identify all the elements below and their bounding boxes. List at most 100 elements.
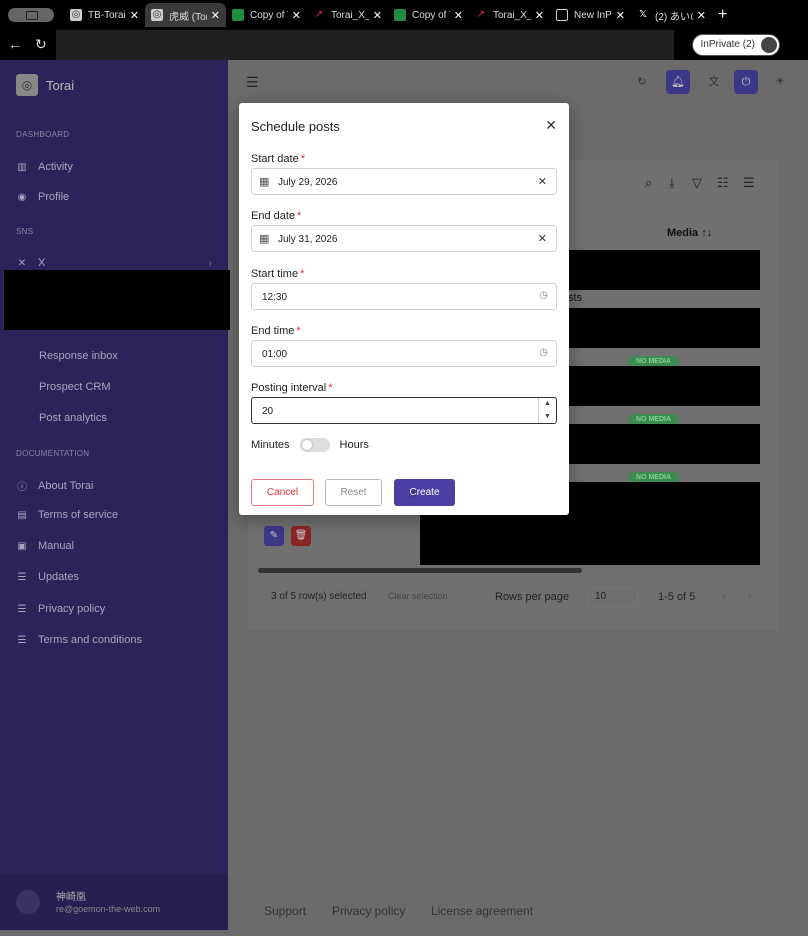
start-time-field[interactable]: 12:30 ◷ <box>251 283 557 310</box>
download-icon[interactable]: ⤓ <box>669 175 675 191</box>
refresh-icon[interactable]: ↻ <box>35 36 47 53</box>
user-name: 神崎凰 <box>56 892 86 903</box>
sidebar-item-terms-and-conditions[interactable]: ☰ Terms and conditions <box>16 634 142 646</box>
unit-toggle[interactable] <box>299 438 330 452</box>
filter-icon[interactable]: ▽ <box>692 175 702 191</box>
increment-icon[interactable]: ▲ <box>539 398 556 411</box>
sidebar-item-manual[interactable]: ▣ Manual <box>16 540 74 552</box>
browser-tab[interactable]: ◎ TB-Torai ✕ <box>64 3 145 27</box>
window-switcher-icon[interactable] <box>8 8 54 22</box>
rows-per-page-select[interactable]: 10 <box>588 587 638 607</box>
browser-tab-bar: ◎TB-Torai✕ ◎虎威 (Tor✕ Copy of T✕ ↗Torai_X… <box>0 0 808 30</box>
next-page-icon[interactable]: › <box>748 591 752 603</box>
calendar-icon[interactable]: ▦ <box>259 232 269 245</box>
close-tab-icon[interactable]: ✕ <box>292 9 301 22</box>
density-icon[interactable]: ☰ <box>743 175 755 191</box>
sidebar-item-profile[interactable]: ◉ Profile <box>16 191 70 203</box>
close-tab-icon[interactable]: ✕ <box>130 9 139 22</box>
clear-icon[interactable]: ✕ <box>538 175 547 188</box>
url-field[interactable] <box>56 30 674 60</box>
close-tab-icon[interactable]: ✕ <box>454 9 463 22</box>
sheets-icon <box>394 9 406 21</box>
search-icon[interactable]: ⌕ <box>645 175 652 191</box>
start-date-field[interactable]: ▦ July 29, 2026 ✕ <box>251 168 557 195</box>
footer-link-support[interactable]: Support <box>264 904 306 918</box>
number-stepper[interactable]: ▲ ▼ <box>538 398 556 423</box>
page-icon <box>556 9 568 21</box>
pointer-cursor-icon: ☝ <box>409 487 417 501</box>
back-icon[interactable]: ← <box>8 36 22 52</box>
sun-icon[interactable]: ☀ <box>768 70 792 94</box>
end-date-label: End date * <box>251 210 302 222</box>
inprivate-badge[interactable]: InPrivate (2) <box>691 34 780 56</box>
user-circle-icon: ◉ <box>17 191 27 203</box>
end-time-field[interactable]: 01:00 ◷ <box>251 340 557 367</box>
prev-page-icon[interactable]: ‹ <box>722 591 726 603</box>
top-bar: ☰ ↻ 🔔︎ 文 ⏻ ☀ <box>228 60 808 104</box>
user-card[interactable]: 神崎凰 re@goemon-the-web.com <box>0 874 228 930</box>
sidebar-item-terms-of-service[interactable]: ▤ Terms of service <box>16 509 118 521</box>
browser-tab[interactable]: Copy of T✕ <box>388 3 469 27</box>
sidebar-item-activity[interactable]: ▥ Activity <box>16 161 73 173</box>
schedule-posts-dialog: Schedule posts ✕ Start date * ▦ July 29, … <box>239 103 569 515</box>
bell-icon[interactable]: 🔔︎ <box>666 70 690 94</box>
close-tab-icon[interactable]: ✕ <box>211 9 220 22</box>
horizontal-scrollbar[interactable] <box>258 568 582 573</box>
edit-icon[interactable]: ✎ <box>264 526 284 546</box>
sync-icon[interactable]: ↻ <box>630 70 654 94</box>
calendar-icon[interactable]: ▦ <box>259 175 269 188</box>
browser-tab[interactable]: New InPr ✕ <box>550 3 631 27</box>
create-button[interactable]: Create <box>394 479 455 506</box>
posting-interval-input[interactable]: 20 ▲ ▼ <box>251 397 557 424</box>
avatar <box>761 37 777 53</box>
browser-tab[interactable]: ↗ Torai_X_ ✕ <box>307 3 388 27</box>
close-tab-icon[interactable]: ✕ <box>616 9 625 22</box>
selection-count: 3 of 5 row(s) selected <box>271 591 367 602</box>
browser-tab[interactable]: 𝕏(2) あいの✕ <box>631 3 712 27</box>
chevron-right-icon[interactable]: › <box>209 258 212 269</box>
unit-minutes-label: Minutes <box>251 439 290 451</box>
translate-icon[interactable]: 文 <box>702 70 726 94</box>
section-sns: SNS <box>16 227 34 236</box>
footer-link-license[interactable]: License agreement <box>431 904 533 918</box>
column-header-media[interactable]: Media ↑↓ <box>667 227 712 239</box>
new-tab-icon[interactable]: + <box>718 6 727 24</box>
clear-selection-link[interactable]: Clear selection <box>388 591 448 601</box>
start-date-label: Start date * <box>251 153 305 165</box>
footer-link-privacy[interactable]: Privacy policy <box>332 904 405 918</box>
sidebar: ◎ Torai DASHBOARD ▥ Activity ◉ Profile SNS… <box>0 60 230 930</box>
x-logo-icon: 𝕏 <box>638 9 648 20</box>
list-icon: ☰ <box>17 603 27 615</box>
brand[interactable]: ◎ Torai <box>16 74 74 96</box>
sidebar-item-x[interactable]: ✕ X <box>16 257 46 269</box>
close-tab-icon[interactable]: ✕ <box>697 9 706 22</box>
close-icon[interactable]: ✕ <box>545 117 557 134</box>
browser-tab-active[interactable]: ◎ 虎威 (Tor ✕ <box>145 3 226 27</box>
trash-icon[interactable]: 🗑︎ <box>291 526 311 546</box>
favicon-icon: ◎ <box>70 9 82 21</box>
user-email: re@goemon-the-web.com <box>56 904 161 914</box>
browser-tab[interactable]: Copy of T✕ <box>226 3 307 27</box>
cancel-button[interactable]: Cancel <box>251 479 314 506</box>
sidebar-item-about[interactable]: ⓘ About Torai <box>16 478 93 494</box>
close-tab-icon[interactable]: ✕ <box>373 9 382 22</box>
reset-button[interactable]: Reset <box>325 479 382 506</box>
decrement-icon[interactable]: ▼ <box>539 411 556 424</box>
sidebar-item-prospect-crm[interactable]: Prospect CRM <box>39 381 111 393</box>
sidebar-item-post-analytics[interactable]: Post analytics <box>39 412 107 424</box>
cell-text: sts <box>568 292 583 304</box>
clock-icon[interactable]: ◷ <box>539 290 548 301</box>
clear-icon[interactable]: ✕ <box>538 232 547 245</box>
menu-icon[interactable]: ☰ <box>246 74 259 91</box>
close-tab-icon[interactable]: ✕ <box>535 9 544 22</box>
sidebar-item-privacy-policy[interactable]: ☰ Privacy policy <box>16 603 106 615</box>
clock-icon[interactable]: ◷ <box>539 347 548 358</box>
chart-icon: ↗ <box>314 9 324 20</box>
sidebar-item-response-inbox[interactable]: Response inbox <box>39 350 118 362</box>
power-icon[interactable]: ⏻ <box>734 70 758 94</box>
posting-interval-label: Posting interval * <box>251 382 333 394</box>
end-date-field[interactable]: ▦ July 31, 2026 ✕ <box>251 225 557 252</box>
browser-tab[interactable]: ↗ Torai_X_ ✕ <box>469 3 550 27</box>
sidebar-item-updates[interactable]: ☰ Updates <box>16 571 79 583</box>
columns-icon[interactable]: ☷ <box>717 175 729 191</box>
